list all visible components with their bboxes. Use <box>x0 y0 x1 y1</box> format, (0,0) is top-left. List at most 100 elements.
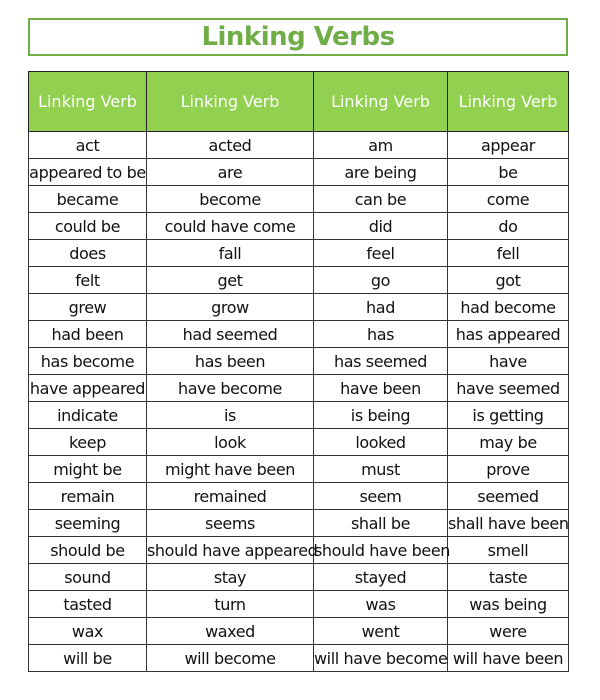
table-cell: is being <box>313 401 448 429</box>
table-cell: will have become <box>313 644 448 672</box>
table-cell: turn <box>146 590 314 618</box>
table-cell: smell <box>447 536 569 564</box>
table-cell: will become <box>146 644 314 672</box>
table-cell: grow <box>146 293 314 321</box>
table-cell: have been <box>313 374 448 402</box>
table-cell: will be <box>28 644 147 672</box>
table-cell: stay <box>146 563 314 591</box>
table-cell: tasted <box>28 590 147 618</box>
linking-verbs-table: Linking Verb Linking Verb Linking Verb L… <box>28 71 569 672</box>
table-cell: sound <box>28 563 147 591</box>
table-cell: waxed <box>146 617 314 645</box>
column-header: Linking Verb <box>447 71 569 132</box>
table-cell: are <box>146 158 314 186</box>
table-row: could be could have come did do <box>28 212 569 240</box>
table-cell: are being <box>313 158 448 186</box>
table-cell: acted <box>146 131 314 159</box>
table-cell: were <box>447 617 569 645</box>
table-cell: should have been <box>313 536 450 564</box>
table-cell: seeming <box>28 509 147 537</box>
table-cell: has been <box>146 347 314 375</box>
table-row: keep look looked may be <box>28 428 569 456</box>
table-cell: has appeared <box>447 320 569 348</box>
table-cell: stayed <box>313 563 448 591</box>
table-cell: become <box>146 185 314 213</box>
column-header: Linking Verb <box>313 71 448 132</box>
table-row: had been had seemed has has appeared <box>28 320 569 348</box>
table-cell: shall be <box>313 509 448 537</box>
table-cell: come <box>447 185 569 213</box>
table-row: will be will become will have become will h… <box>28 644 569 672</box>
table-cell: should have appeared <box>146 536 318 564</box>
table-cell: has seemed <box>313 347 448 375</box>
table-row: tasted turn was was being <box>28 590 569 618</box>
table-cell: wax <box>28 617 147 645</box>
table-cell: is getting <box>447 401 569 429</box>
table-cell: grew <box>28 293 147 321</box>
table-cell: keep <box>28 428 147 456</box>
table-cell: should be <box>28 536 147 564</box>
table-row: does fall feel fell <box>28 239 569 267</box>
table-cell: fell <box>447 239 569 267</box>
table-cell: was <box>313 590 448 618</box>
table-cell: went <box>313 617 448 645</box>
table-row: grew grow had had become <box>28 293 569 321</box>
table-cell: looked <box>313 428 448 456</box>
table-cell: act <box>28 131 147 159</box>
table-cell: felt <box>28 266 147 294</box>
table-cell: did <box>313 212 448 240</box>
table-cell: had been <box>28 320 147 348</box>
table-cell: was being <box>447 590 569 618</box>
table-row: act acted am appear <box>28 131 569 159</box>
table-cell: am <box>313 131 448 159</box>
table-cell: do <box>447 212 569 240</box>
table-cell: remain <box>28 482 147 510</box>
table-row: appeared to be are are being be <box>28 158 569 186</box>
column-header: Linking Verb <box>146 71 314 132</box>
table-cell: seem <box>313 482 448 510</box>
table-cell: could have come <box>146 212 314 240</box>
table-row: remain remained seem seemed <box>28 482 569 510</box>
table-cell: might be <box>28 455 147 483</box>
table-cell: seemed <box>447 482 569 510</box>
page-title: Linking Verbs <box>201 22 395 52</box>
table-row: indicate is is being is getting <box>28 401 569 429</box>
table-row: has become has been has seemed have <box>28 347 569 375</box>
table-cell: has become <box>28 347 147 375</box>
table-cell: had <box>313 293 448 321</box>
table-cell: appear <box>447 131 569 159</box>
table-cell: must <box>313 455 448 483</box>
table-cell: will have been <box>447 644 569 672</box>
table-cell: have <box>447 347 569 375</box>
table-cell: be <box>447 158 569 186</box>
table-cell: feel <box>313 239 448 267</box>
table-cell: get <box>146 266 314 294</box>
table-cell: taste <box>447 563 569 591</box>
table-row: wax waxed went were <box>28 617 569 645</box>
table-cell: look <box>146 428 314 456</box>
table-cell: remained <box>146 482 314 510</box>
table-cell: does <box>28 239 147 267</box>
table-row: seeming seems shall be shall have been <box>28 509 569 537</box>
title-box: Linking Verbs <box>28 18 568 56</box>
table-cell: became <box>28 185 147 213</box>
table-cell: shall have been <box>447 509 569 537</box>
table-row: became become can be come <box>28 185 569 213</box>
table-cell: could be <box>28 212 147 240</box>
table-cell: has <box>313 320 448 348</box>
table-row: have appeared have become have been have se… <box>28 374 569 402</box>
table-cell: indicate <box>28 401 147 429</box>
table-row: should be should have appeared should have… <box>28 536 569 564</box>
table-cell: appeared to be <box>28 158 147 186</box>
table-row: sound stay stayed taste <box>28 563 569 591</box>
table-cell: prove <box>447 455 569 483</box>
table-cell: got <box>447 266 569 294</box>
table-cell: had seemed <box>146 320 314 348</box>
table-cell: have become <box>146 374 314 402</box>
table-cell: have seemed <box>447 374 569 402</box>
table-cell: go <box>313 266 448 294</box>
table-cell: is <box>146 401 314 429</box>
table-cell: fall <box>146 239 314 267</box>
table-cell: may be <box>447 428 569 456</box>
table-cell: seems <box>146 509 314 537</box>
